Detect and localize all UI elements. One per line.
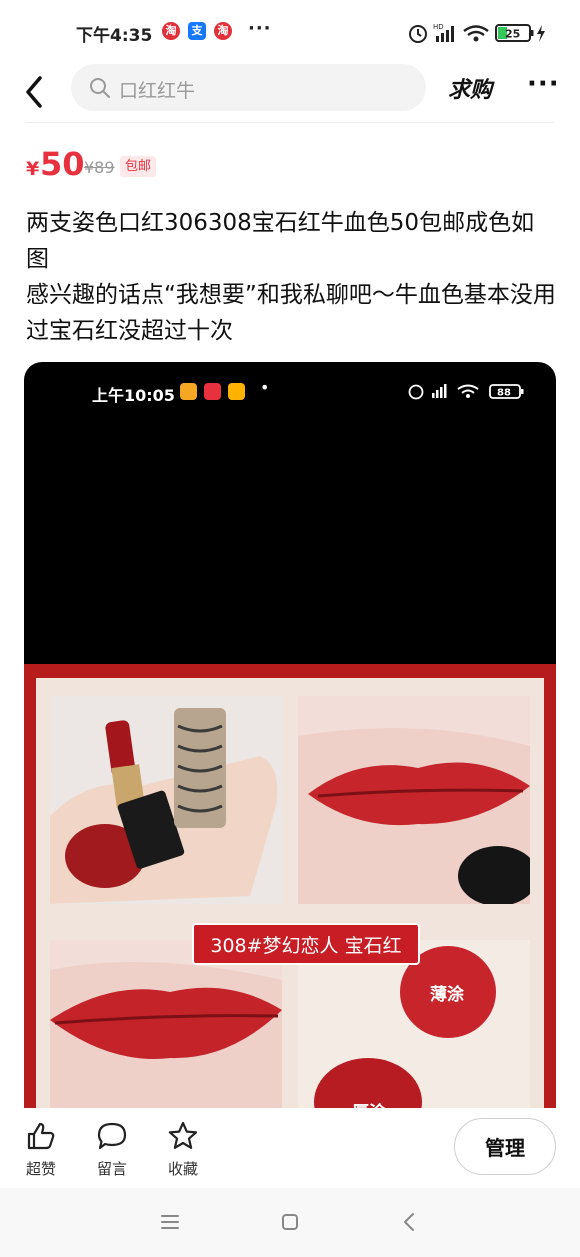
original-price: ¥89 bbox=[84, 158, 115, 177]
status-time: 下午4:35 bbox=[76, 26, 153, 46]
hand-swatch-photo bbox=[50, 696, 282, 904]
wifi-icon bbox=[457, 384, 479, 390]
inner-status-bar: 上午10:05 • 88 bbox=[24, 378, 556, 405]
favorite-button[interactable]: 收藏 bbox=[158, 1120, 208, 1179]
more-menu-icon[interactable]: ··· bbox=[527, 71, 563, 102]
currency-symbol: ¥ bbox=[26, 158, 40, 180]
shade-caption: 308#梦幻恋人 宝石红 bbox=[192, 923, 420, 965]
lips-photo bbox=[298, 696, 530, 904]
back-nav-icon[interactable] bbox=[398, 1210, 422, 1234]
action-bar: 超赞 留言 收藏 管理 bbox=[0, 1108, 580, 1188]
system-indicators: HD 25 bbox=[409, 23, 545, 43]
taobao-app-icon: 淘 bbox=[214, 22, 232, 40]
search-placeholder: 口红红牛 bbox=[119, 80, 196, 102]
taobao-app-icon: 淘 bbox=[162, 22, 180, 40]
menu-icon[interactable] bbox=[158, 1210, 182, 1234]
search-input[interactable]: 口红红牛 bbox=[71, 64, 426, 111]
free-shipping-badge: 包邮 bbox=[120, 156, 157, 177]
battery-level: 25 bbox=[505, 28, 520, 41]
alarm-icon bbox=[408, 384, 424, 400]
favorite-label: 收藏 bbox=[167, 1160, 198, 1178]
wifi-icon bbox=[463, 25, 489, 42]
alarm-icon bbox=[409, 25, 427, 43]
status-more-icon: ··· bbox=[248, 18, 272, 39]
status-bar: 下午4:35 淘 支 淘 ··· HD 25 bbox=[0, 0, 580, 64]
comment-bubble-icon bbox=[97, 1122, 127, 1150]
lipstick-photo: 薄涂 厚涂 308#梦幻恋人 宝石红 bbox=[24, 664, 556, 1114]
like-button[interactable]: 超赞 bbox=[16, 1120, 66, 1179]
inner-status-time: 上午10:05 bbox=[92, 386, 175, 405]
search-icon bbox=[90, 78, 110, 98]
back-icon[interactable] bbox=[18, 70, 54, 114]
charging-icon bbox=[537, 25, 545, 42]
inner-system-indicators: 88 bbox=[408, 384, 524, 400]
thin-swatch-label: 薄涂 bbox=[430, 985, 464, 1005]
description-line: 感兴趣的话点“我想要”和我私聊吧～牛血色基本没用过宝石红没超过十次 bbox=[26, 282, 556, 344]
manage-button[interactable]: 管理 bbox=[454, 1118, 556, 1175]
star-icon bbox=[168, 1121, 198, 1149]
battery-icon: 25 bbox=[495, 24, 534, 42]
price: 50 bbox=[40, 145, 85, 183]
home-icon[interactable] bbox=[278, 1210, 302, 1234]
app-icon bbox=[180, 383, 197, 400]
product-image[interactable]: 上午10:05 • 88 薄涂 308#梦幻恋人 宝石红 bbox=[24, 362, 556, 1114]
signal-icon: HD bbox=[433, 23, 454, 42]
app-icon bbox=[228, 383, 245, 400]
description-line: 两支姿色口红306308宝石红牛血色50包邮成色如图 bbox=[26, 210, 535, 272]
thumbs-up-icon bbox=[27, 1122, 55, 1150]
alipay-app-icon: 支 bbox=[188, 22, 206, 40]
like-label: 超赞 bbox=[25, 1160, 56, 1178]
listing-description: 两支姿色口红306308宝石红牛血色50包邮成色如图 感兴趣的话点“我想要”和我… bbox=[26, 205, 556, 349]
comment-label: 留言 bbox=[96, 1160, 127, 1178]
nav-bar: 口红红牛 求购 ··· bbox=[0, 64, 580, 120]
app-icon bbox=[204, 383, 221, 400]
status-dot-icon: • bbox=[260, 378, 270, 397]
price-row: ¥ 50 ¥89 包邮 bbox=[26, 145, 546, 185]
svg-text:HD: HD bbox=[433, 23, 444, 31]
inner-battery-level: 88 bbox=[497, 388, 511, 399]
nav-divider bbox=[26, 122, 554, 123]
want-to-buy-button[interactable]: 求购 bbox=[448, 72, 492, 104]
system-nav-bar bbox=[0, 1188, 580, 1257]
photo-frame: 薄涂 厚涂 308#梦幻恋人 宝石红 bbox=[36, 678, 544, 1114]
comment-button[interactable]: 留言 bbox=[87, 1120, 137, 1179]
